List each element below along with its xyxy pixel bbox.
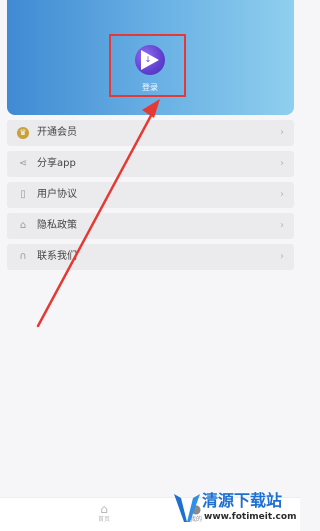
menu-item-user-agreement[interactable]: ▯ 用户协议 ›: [7, 182, 294, 208]
menu-item-label: 隐私政策: [37, 220, 77, 231]
watermark-logo: [174, 494, 200, 522]
download-arrow-icon: ↓: [144, 55, 152, 64]
menu-item-contact[interactable]: ∩ 联系我们 ›: [7, 244, 294, 270]
tab-home[interactable]: ⌂ 首页: [84, 502, 124, 524]
chevron-right-icon: ›: [280, 158, 284, 169]
chevron-right-icon: ›: [280, 220, 284, 231]
tab-home-label: 首页: [97, 516, 110, 523]
home-icon: ⌂: [100, 502, 108, 516]
watermark-url: www.fotimeit.com: [204, 512, 297, 522]
menu-item-label: 联系我们: [37, 251, 77, 262]
login-button[interactable]: 登录: [130, 82, 170, 93]
vip-crown-icon: ♛: [17, 127, 29, 139]
headset-icon: ∩: [19, 251, 27, 262]
watermark-title: 清源下载站: [202, 491, 283, 510]
play-download-icon[interactable]: ↓: [135, 45, 165, 75]
menu-item-label: 开通会员: [37, 127, 77, 138]
lock-icon: ⌂: [19, 220, 27, 231]
menu-item-vip[interactable]: ♛ 开通会员 ›: [7, 120, 294, 146]
chevron-right-icon: ›: [280, 189, 284, 200]
menu-item-label: 用户协议: [37, 189, 77, 200]
share-icon: ⋖: [18, 158, 28, 169]
menu-item-share[interactable]: ⋖ 分享app ›: [7, 151, 294, 177]
menu-item-privacy[interactable]: ⌂ 隐私政策 ›: [7, 213, 294, 239]
chevron-right-icon: ›: [280, 127, 284, 138]
site-watermark: 清源下载站 www.fotimeit.com: [172, 488, 300, 530]
menu-item-label: 分享app: [37, 158, 76, 169]
document-icon: ▯: [20, 189, 26, 200]
chevron-right-icon: ›: [280, 251, 284, 262]
